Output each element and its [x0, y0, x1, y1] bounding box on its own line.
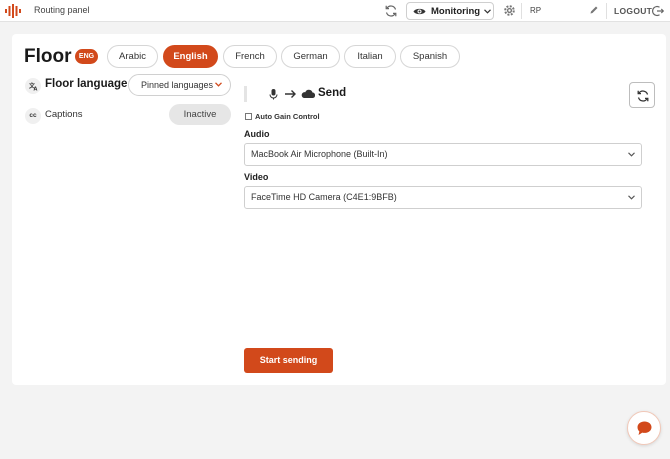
- pencil-icon[interactable]: [589, 5, 599, 15]
- page-title: Floor: [24, 46, 72, 67]
- divider: [521, 3, 522, 19]
- chat-button[interactable]: [627, 411, 661, 445]
- pinned-languages-label: Pinned languages: [141, 80, 214, 90]
- tab-arabic[interactable]: Arabic: [107, 45, 158, 68]
- gear-icon[interactable]: [503, 4, 516, 17]
- pinned-languages-dropdown[interactable]: Pinned languages: [128, 74, 231, 96]
- chevron-down-icon: [215, 82, 222, 87]
- language-badge: ENG: [75, 49, 98, 64]
- microphone-icon: [269, 89, 278, 100]
- tab-italian[interactable]: Italian: [344, 45, 396, 68]
- video-device-value: FaceTime HD Camera (C4E1:9BFB): [251, 192, 397, 202]
- send-route-icons: [269, 89, 315, 100]
- refresh-icon: [637, 90, 649, 102]
- svg-text:A: A: [34, 87, 38, 93]
- floor-card: Floor ENG Arabic English French German I…: [12, 34, 666, 385]
- auto-gain-label: Auto Gain Control: [255, 112, 320, 121]
- chevron-down-icon: [484, 8, 492, 14]
- audio-bars-icon: [5, 4, 21, 18]
- floor-language-label: Floor language: [45, 78, 128, 90]
- arrow-right-icon: [285, 90, 296, 98]
- video-device-select[interactable]: FaceTime HD Camera (C4E1:9BFB): [244, 186, 642, 209]
- captions-status-button[interactable]: Inactive: [169, 104, 231, 125]
- audio-device-select[interactable]: MacBook Air Microphone (Built-In): [244, 143, 642, 166]
- refresh-devices-button[interactable]: [629, 82, 655, 108]
- start-sending-button[interactable]: Start sending: [244, 348, 333, 373]
- chevron-down-icon: [628, 195, 635, 200]
- video-label: Video: [244, 172, 269, 182]
- monitoring-label: Monitoring: [431, 5, 481, 17]
- send-panel-handle: [244, 86, 247, 102]
- cloud-icon: [301, 89, 315, 98]
- tab-english[interactable]: English: [163, 45, 218, 68]
- logout-button[interactable]: LOGOUT: [614, 6, 652, 16]
- audio-device-value: MacBook Air Microphone (Built-In): [251, 149, 388, 159]
- tab-spanish[interactable]: Spanish: [400, 45, 460, 68]
- chat-bubble-icon: [637, 421, 652, 435]
- eye-icon: [413, 8, 426, 14]
- tab-german[interactable]: German: [281, 45, 340, 68]
- auto-gain-checkbox[interactable]: [245, 113, 252, 120]
- captions-icon: cc: [25, 108, 41, 124]
- top-bar: Routing panel Monitoring RP LOGOUT: [0, 0, 670, 22]
- sync-icon[interactable]: [384, 4, 398, 18]
- monitoring-dropdown[interactable]: Monitoring: [406, 2, 494, 20]
- chevron-down-icon: [628, 152, 635, 157]
- app-title: Routing panel: [34, 5, 90, 15]
- tab-french[interactable]: French: [223, 45, 277, 68]
- user-initials[interactable]: RP: [530, 6, 541, 15]
- divider: [606, 3, 607, 19]
- send-title: Send: [318, 87, 347, 99]
- audio-label: Audio: [244, 129, 270, 139]
- captions-label: Captions: [45, 109, 83, 120]
- logout-icon[interactable]: [652, 5, 664, 17]
- translate-icon: 文 A: [25, 78, 41, 94]
